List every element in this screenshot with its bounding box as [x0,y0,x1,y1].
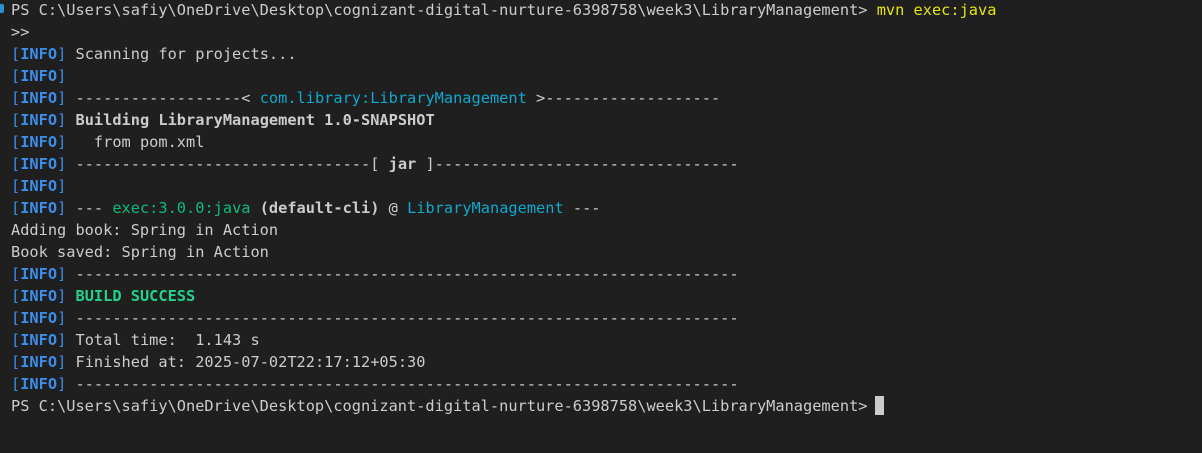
log-line-separator: [INFO] ---------------------------------… [11,375,739,393]
prompt-path: PS C:\Users\safiy\OneDrive\Desktop\cogni… [11,397,868,415]
log-line-packaging: [INFO] --------------------------------[… [11,155,739,173]
info-tag: INFO [20,265,58,283]
program-output-adding: Adding book: Spring in Action [11,221,279,239]
artifact-id: com.library:LibraryManagement [259,89,527,107]
log-line-exec: [INFO] --- exec:3.0.0:java (default-cli)… [11,199,601,217]
log-line-build-success: [INFO] BUILD SUCCESS [11,287,196,305]
log-line-total-time: [INFO] Total time: 1.143 s [11,331,260,349]
info-tag: INFO [20,67,58,85]
info-tag: INFO [20,287,58,305]
building-text: Building LibraryManagement 1.0-SNAPSHOT [75,111,435,129]
log-line-artifact: [INFO] ------------------< com.library:L… [11,89,721,107]
exec-project: LibraryManagement [407,199,564,217]
info-tag: INFO [20,111,58,129]
command-decoration-icon[interactable] [0,4,4,13]
log-line-finished-at: [INFO] Finished at: 2025-07-02T22:17:12+… [11,353,426,371]
exec-id: (default-cli) [259,199,380,217]
info-tag: INFO [20,177,58,195]
log-line-building: [INFO] Building LibraryManagement 1.0-SN… [11,111,435,129]
log-line-separator: [INFO] ---------------------------------… [11,265,739,283]
info-tag: INFO [20,353,58,371]
terminal-panel[interactable]: PS C:\Users\safiy\OneDrive\Desktop\cogni… [0,0,1202,453]
terminal-output: PS C:\Users\safiy\OneDrive\Desktop\cogni… [11,0,996,417]
build-status: BUILD SUCCESS [75,287,196,305]
prompt-path: PS C:\Users\safiy\OneDrive\Desktop\cogni… [11,1,868,19]
info-tag: INFO [20,331,58,349]
prompt-line: PS C:\Users\safiy\OneDrive\Desktop\cogni… [11,0,996,21]
log-line-scanning: [INFO] Scanning for projects... [11,45,297,63]
log-line-from-pom: [INFO] from pom.xml [11,133,205,151]
continuation-line: >> [11,23,30,41]
log-line-separator: [INFO] ---------------------------------… [11,309,739,327]
info-tag: INFO [20,309,58,327]
program-output-saved: Book saved: Spring in Action [11,243,269,261]
prompt-line-current[interactable]: PS C:\Users\safiy\OneDrive\Desktop\cogni… [11,395,996,417]
entered-command: mvn exec:java [876,1,997,19]
log-line-empty: [INFO] [11,177,67,195]
terminal-cursor[interactable] [875,396,885,415]
info-tag: INFO [20,89,58,107]
log-line-empty: [INFO] [11,67,67,85]
exec-plugin: exec:3.0.0:java [112,199,251,217]
info-tag: INFO [20,155,58,173]
packaging-label: jar [388,155,417,173]
info-tag: INFO [20,375,58,393]
info-tag: INFO [20,199,58,217]
info-tag: INFO [20,133,58,151]
info-tag: INFO [20,45,58,63]
